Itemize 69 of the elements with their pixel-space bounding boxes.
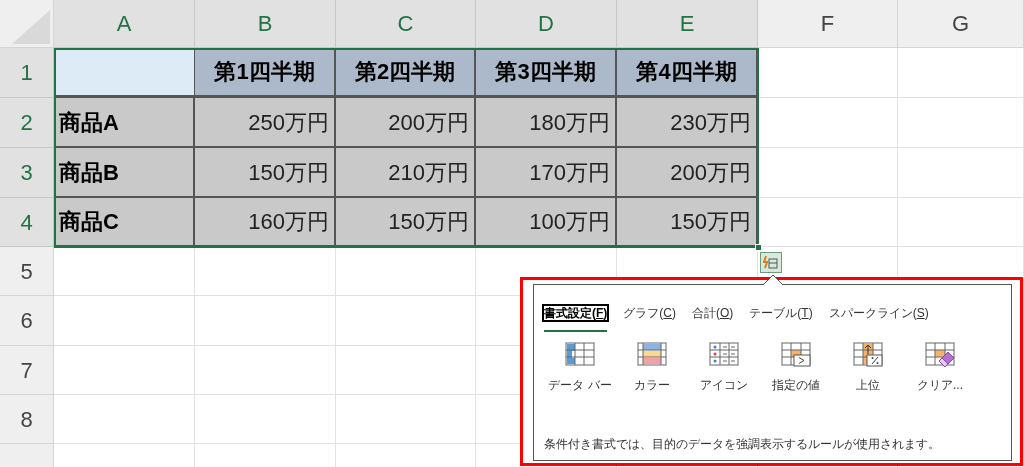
table-cell: 180万円 [476,98,617,148]
format-option-button[interactable]: データ バー [544,342,616,394]
tab[interactable]: グラフ(C) [623,304,676,332]
empty-cell[interactable] [195,296,336,346]
tab[interactable]: 合計(O) [692,304,734,332]
table-cell: 商品A [54,98,195,148]
row-header[interactable]: 4 [0,198,54,247]
quick-analysis-button[interactable] [760,252,782,273]
empty-cell[interactable] [195,346,336,395]
empty-cell[interactable] [336,247,476,296]
table-cell: 第3四半期 [476,48,617,98]
table-cell: 230万円 [617,98,758,148]
format-option-button[interactable]: 上位 [832,342,904,394]
row-header[interactable]: 5 [0,247,54,296]
empty-cell[interactable] [898,98,1024,148]
tab[interactable]: テーブル(T) [749,304,813,332]
eraser-icon [925,342,955,368]
row-header[interactable]: 8 [0,395,54,444]
column-header[interactable]: C [336,0,476,48]
greater-than-icon [781,342,811,368]
table-cell: 150万円 [195,148,336,198]
column-header[interactable]: A [54,0,195,48]
row-header[interactable]: 3 [0,148,54,198]
table-cell: 第2四半期 [336,48,476,98]
table-cell: 150万円 [617,198,758,247]
select-all-corner[interactable] [0,0,54,48]
table-cell: 第4四半期 [617,48,758,98]
table-cell: 250万円 [195,98,336,148]
column-header[interactable]: F [758,0,898,48]
empty-cell[interactable] [336,346,476,395]
empty-cell[interactable] [336,395,476,444]
table-cell: 170万円 [476,148,617,198]
format-option-button[interactable]: 指定の値 [760,342,832,394]
table-cell: 200万円 [617,148,758,198]
table-cell: 100万円 [476,198,617,247]
column-header[interactable]: E [617,0,758,48]
column-header[interactable]: G [898,0,1024,48]
table-cell: 第1四半期 [195,48,336,98]
row-header[interactable]: 1 [0,48,54,98]
row-header[interactable] [0,444,54,467]
empty-cell[interactable] [898,198,1024,247]
percent-table-icon [853,342,883,368]
empty-cell[interactable] [195,395,336,444]
table-cell: 商品B [54,148,195,198]
table-cell: 160万円 [195,198,336,247]
table-cell: 150万円 [336,198,476,247]
bar-table-icon [565,342,595,368]
format-option-button[interactable]: カラー [616,342,688,394]
fill-handle[interactable] [755,244,762,251]
table-cell: 200万円 [336,98,476,148]
column-header[interactable]: D [476,0,617,48]
table-lightning-icon [763,255,779,270]
column-header[interactable]: B [195,0,336,48]
table-cell: 商品C [54,198,195,247]
format-option-button[interactable]: クリア... [904,342,976,394]
description-text: 条件付き書式では、目的のデータを強調表示するルールが使用されます。 [544,436,941,453]
empty-cell[interactable] [195,247,336,296]
format-option-button[interactable]: アイコン [688,342,760,394]
tab[interactable]: スパークライン(S) [828,304,929,332]
color-scale-icon [637,342,667,368]
row-header[interactable]: 6 [0,296,54,346]
empty-cell[interactable] [898,48,1024,98]
empty-cell[interactable] [898,148,1024,198]
empty-cell[interactable] [336,296,476,346]
row-header[interactable]: 2 [0,98,54,148]
tab[interactable]: 書式設定(F) [544,304,608,332]
icon-set-icon [709,342,739,368]
table-cell: 210万円 [336,148,476,198]
row-header[interactable]: 7 [0,346,54,395]
